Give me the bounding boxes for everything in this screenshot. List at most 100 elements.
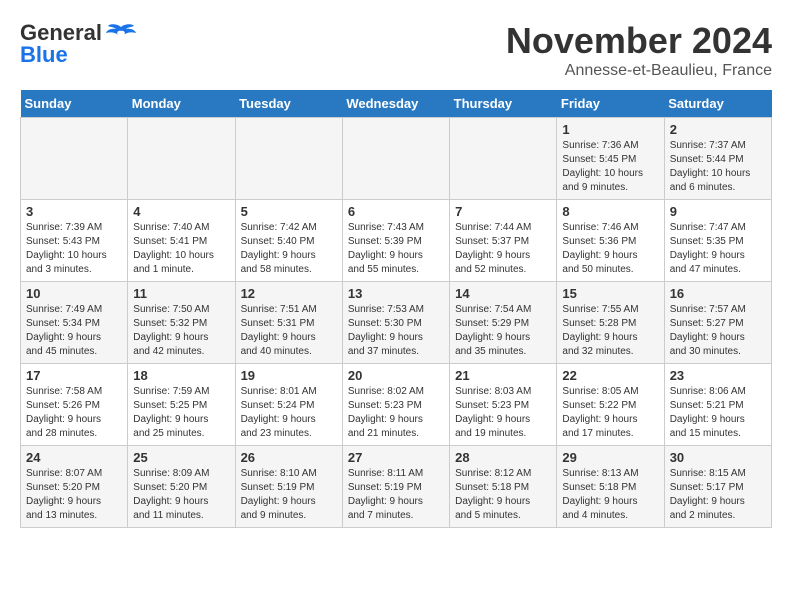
calendar-cell: 22 Sunrise: 8:05 AM Sunset: 5:22 PM Dayli… [557,364,664,446]
calendar-cell: 17 Sunrise: 7:58 AM Sunset: 5:26 PM Dayli… [21,364,128,446]
day-info: Sunrise: 8:05 AM Sunset: 5:22 PM Dayligh… [562,385,658,441]
day-number: 21 [455,368,551,383]
day-info: Sunrise: 8:13 AM Sunset: 5:18 PM Dayligh… [562,467,658,523]
calendar-cell: 19 Sunrise: 8:01 AM Sunset: 5:24 PM Dayli… [235,364,342,446]
location-title: Annesse-et-Beaulieu, France [506,62,772,80]
day-number: 16 [670,286,766,301]
calendar-cell: 2 Sunrise: 7:37 AM Sunset: 5:44 PM Daylig… [664,118,771,200]
header: General Blue November 2024 Annesse-et-Be… [20,20,772,80]
calendar-cell: 13 Sunrise: 7:53 AM Sunset: 5:30 PM Dayli… [342,282,449,364]
day-info: Sunrise: 7:55 AM Sunset: 5:28 PM Dayligh… [562,303,658,359]
day-number: 22 [562,368,658,383]
header-sunday: Sunday [21,90,128,118]
calendar-cell: 10Sunrise: 7:49 AM Sunset: 5:34 PM Dayli… [21,282,128,364]
day-number: 20 [348,368,444,383]
day-number: 11 [133,286,229,301]
day-info: Sunrise: 8:15 AM Sunset: 5:17 PM Dayligh… [670,467,766,523]
calendar-cell: 12 Sunrise: 7:51 AM Sunset: 5:31 PM Dayli… [235,282,342,364]
day-number: 27 [348,450,444,465]
calendar-cell: 14 Sunrise: 7:54 AM Sunset: 5:29 PM Dayli… [450,282,557,364]
day-info: Sunrise: 8:06 AM Sunset: 5:21 PM Dayligh… [670,385,766,441]
week-row-1: 1Sunrise: 7:36 AM Sunset: 5:45 PM Daylig… [21,118,772,200]
header-monday: Monday [128,90,235,118]
day-number: 26 [241,450,337,465]
month-title: November 2024 [506,20,772,62]
title-section: November 2024 Annesse-et-Beaulieu, Franc… [506,20,772,80]
day-info: Sunrise: 8:11 AM Sunset: 5:19 PM Dayligh… [348,467,444,523]
day-number: 19 [241,368,337,383]
day-number: 9 [670,204,766,219]
calendar-cell: 24Sunrise: 8:07 AM Sunset: 5:20 PM Dayli… [21,446,128,528]
week-row-2: 3Sunrise: 7:39 AM Sunset: 5:43 PM Daylig… [21,200,772,282]
day-number: 4 [133,204,229,219]
calendar-cell: 23 Sunrise: 8:06 AM Sunset: 5:21 PM Dayli… [664,364,771,446]
calendar-cell: 3Sunrise: 7:39 AM Sunset: 5:43 PM Daylig… [21,200,128,282]
calendar-cell: 29 Sunrise: 8:13 AM Sunset: 5:18 PM Dayli… [557,446,664,528]
week-row-4: 17 Sunrise: 7:58 AM Sunset: 5:26 PM Dayli… [21,364,772,446]
day-info: Sunrise: 8:02 AM Sunset: 5:23 PM Dayligh… [348,385,444,441]
calendar-cell: 15 Sunrise: 7:55 AM Sunset: 5:28 PM Dayli… [557,282,664,364]
day-number: 15 [562,286,658,301]
day-info: Sunrise: 7:46 AM Sunset: 5:36 PM Dayligh… [562,221,658,277]
day-info: Sunrise: 7:57 AM Sunset: 5:27 PM Dayligh… [670,303,766,359]
day-info: Sunrise: 7:49 AM Sunset: 5:34 PM Dayligh… [26,303,122,359]
day-info: Sunrise: 7:58 AM Sunset: 5:26 PM Dayligh… [26,385,122,441]
day-number: 5 [241,204,337,219]
calendar-cell: 30 Sunrise: 8:15 AM Sunset: 5:17 PM Dayli… [664,446,771,528]
day-info: Sunrise: 7:39 AM Sunset: 5:43 PM Dayligh… [26,221,122,277]
calendar-cell: 5 Sunrise: 7:42 AM Sunset: 5:40 PM Daylig… [235,200,342,282]
day-info: Sunrise: 8:12 AM Sunset: 5:18 PM Dayligh… [455,467,551,523]
calendar-cell: 25 Sunrise: 8:09 AM Sunset: 5:20 PM Dayli… [128,446,235,528]
day-info: Sunrise: 7:43 AM Sunset: 5:39 PM Dayligh… [348,221,444,277]
calendar-cell: 6 Sunrise: 7:43 AM Sunset: 5:39 PM Daylig… [342,200,449,282]
calendar-cell: 27 Sunrise: 8:11 AM Sunset: 5:19 PM Dayli… [342,446,449,528]
calendar-cell [21,118,128,200]
day-number: 23 [670,368,766,383]
week-row-5: 24Sunrise: 8:07 AM Sunset: 5:20 PM Dayli… [21,446,772,528]
day-number: 14 [455,286,551,301]
day-info: Sunrise: 8:03 AM Sunset: 5:23 PM Dayligh… [455,385,551,441]
calendar-cell: 28 Sunrise: 8:12 AM Sunset: 5:18 PM Dayli… [450,446,557,528]
calendar-cell: 11 Sunrise: 7:50 AM Sunset: 5:32 PM Dayli… [128,282,235,364]
day-info: Sunrise: 8:01 AM Sunset: 5:24 PM Dayligh… [241,385,337,441]
day-number: 2 [670,122,766,137]
week-row-3: 10Sunrise: 7:49 AM Sunset: 5:34 PM Dayli… [21,282,772,364]
day-info: Sunrise: 8:10 AM Sunset: 5:19 PM Dayligh… [241,467,337,523]
day-info: Sunrise: 8:07 AM Sunset: 5:20 PM Dayligh… [26,467,122,523]
day-info: Sunrise: 7:53 AM Sunset: 5:30 PM Dayligh… [348,303,444,359]
day-info: Sunrise: 7:44 AM Sunset: 5:37 PM Dayligh… [455,221,551,277]
day-number: 29 [562,450,658,465]
calendar-cell: 26 Sunrise: 8:10 AM Sunset: 5:19 PM Dayli… [235,446,342,528]
day-info: Sunrise: 7:40 AM Sunset: 5:41 PM Dayligh… [133,221,229,277]
calendar-cell: 8Sunrise: 7:46 AM Sunset: 5:36 PM Daylig… [557,200,664,282]
day-number: 12 [241,286,337,301]
calendar-cell: 1Sunrise: 7:36 AM Sunset: 5:45 PM Daylig… [557,118,664,200]
day-number: 17 [26,368,122,383]
calendar-cell: 18 Sunrise: 7:59 AM Sunset: 5:25 PM Dayli… [128,364,235,446]
day-number: 18 [133,368,229,383]
day-info: Sunrise: 7:54 AM Sunset: 5:29 PM Dayligh… [455,303,551,359]
day-number: 25 [133,450,229,465]
header-friday: Friday [557,90,664,118]
day-number: 30 [670,450,766,465]
logo: General Blue [20,20,136,68]
calendar-cell [342,118,449,200]
header-wednesday: Wednesday [342,90,449,118]
calendar-cell: 16 Sunrise: 7:57 AM Sunset: 5:27 PM Dayli… [664,282,771,364]
day-info: Sunrise: 8:09 AM Sunset: 5:20 PM Dayligh… [133,467,229,523]
calendar-cell [450,118,557,200]
day-number: 7 [455,204,551,219]
day-info: Sunrise: 7:50 AM Sunset: 5:32 PM Dayligh… [133,303,229,359]
day-info: Sunrise: 7:42 AM Sunset: 5:40 PM Dayligh… [241,221,337,277]
day-info: Sunrise: 7:37 AM Sunset: 5:44 PM Dayligh… [670,139,766,195]
day-number: 28 [455,450,551,465]
day-info: Sunrise: 7:51 AM Sunset: 5:31 PM Dayligh… [241,303,337,359]
day-info: Sunrise: 7:47 AM Sunset: 5:35 PM Dayligh… [670,221,766,277]
calendar-cell: 9 Sunrise: 7:47 AM Sunset: 5:35 PM Daylig… [664,200,771,282]
calendar-cell [128,118,235,200]
logo-bird-icon [106,22,136,44]
header-thursday: Thursday [450,90,557,118]
day-number: 13 [348,286,444,301]
day-number: 6 [348,204,444,219]
day-info: Sunrise: 7:59 AM Sunset: 5:25 PM Dayligh… [133,385,229,441]
